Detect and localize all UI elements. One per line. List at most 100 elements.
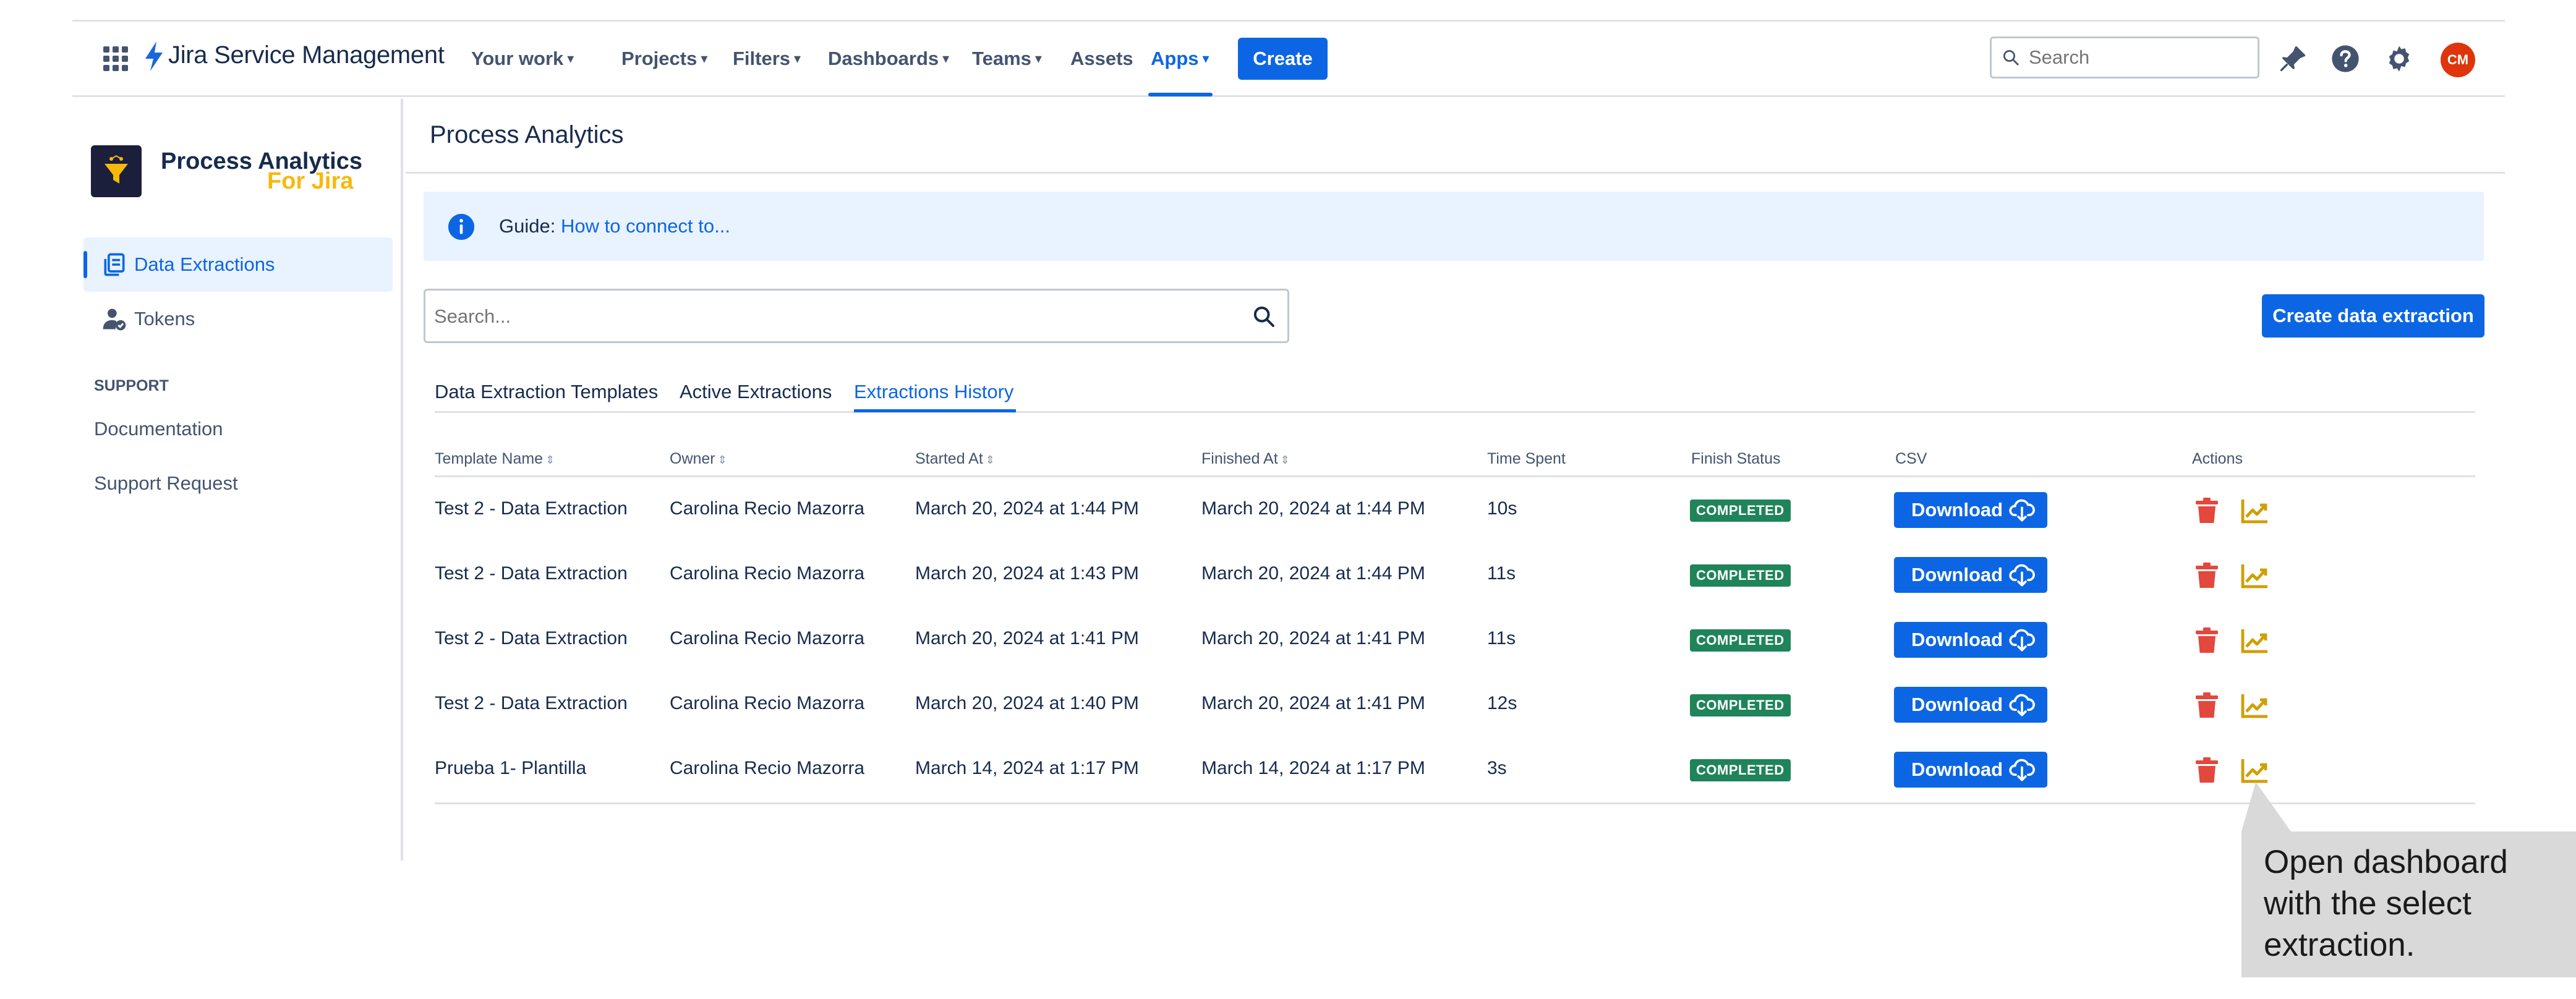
nav-dashboards[interactable]: Dashboards ▾ <box>828 48 949 70</box>
column-owner[interactable]: Owner ⇕ <box>670 450 727 468</box>
cell-owner: Carolina Recio Mazorra <box>670 758 865 778</box>
column-finish-status: Finish Status <box>1691 450 1781 467</box>
trash-icon[interactable] <box>2194 562 2219 589</box>
chevron-down-icon: ▾ <box>701 51 708 66</box>
callout-pointer <box>2241 782 2291 831</box>
column-template-name[interactable]: Template Name ⇕ <box>435 450 555 468</box>
extraction-search[interactable] <box>424 289 1289 343</box>
callout-text: Open dashboard with the select extractio… <box>2264 844 2508 963</box>
table-row: Test 2 - Data Extraction Carolina Recio … <box>435 477 2475 542</box>
sidebar-item-tokens[interactable]: Tokens <box>83 292 393 346</box>
sidebar-item-label: Data Extractions <box>134 253 275 275</box>
sort-icon: ⇕ <box>1280 454 1290 466</box>
tab-data-extraction-templates[interactable]: Data Extraction Templates <box>435 381 658 403</box>
cell-time-spent: 11s <box>1487 563 1516 584</box>
global-search[interactable] <box>1990 36 2259 79</box>
cell-started-at: March 20, 2024 at 1:44 PM <box>915 498 1139 519</box>
nav-assets[interactable]: Assets <box>1070 48 1133 70</box>
download-button[interactable]: Download <box>1894 622 2047 658</box>
chevron-down-icon: ▾ <box>794 51 801 66</box>
column-csv: CSV <box>1895 450 1927 467</box>
download-button[interactable]: Download <box>1894 557 2047 593</box>
brand-subtitle: For Jira <box>267 168 354 194</box>
status-badge: COMPLETED <box>1690 694 1791 716</box>
guide-link[interactable]: How to connect to... <box>561 215 730 237</box>
global-search-input[interactable] <box>2029 46 2251 69</box>
nav-projects[interactable]: Projects ▾ <box>621 48 707 70</box>
trash-icon[interactable] <box>2194 627 2219 654</box>
cell-time-spent: 3s <box>1487 758 1507 778</box>
column-started-at[interactable]: Started At ⇕ <box>915 450 995 468</box>
nav-teams[interactable]: Teams ▾ <box>972 48 1042 70</box>
sort-icon: ⇕ <box>985 454 995 466</box>
cell-owner: Carolina Recio Mazorra <box>670 693 865 713</box>
create-data-extraction-button[interactable]: Create data extraction <box>2262 294 2484 338</box>
trash-icon[interactable] <box>2194 497 2219 524</box>
chart-line-icon[interactable] <box>2240 497 2270 524</box>
download-label: Download <box>1911 759 2003 780</box>
cell-owner: Carolina Recio Mazorra <box>670 498 865 519</box>
tab-active-indicator <box>854 409 1016 412</box>
jira-logo-icon[interactable] <box>142 40 166 72</box>
cloud-download-icon <box>2009 759 2035 781</box>
gear-icon[interactable] <box>2383 43 2415 75</box>
info-icon <box>448 213 475 240</box>
chevron-down-icon: ▾ <box>567 51 574 66</box>
cell-finished-at: March 20, 2024 at 1:41 PM <box>1201 693 1425 713</box>
cell-started-at: March 14, 2024 at 1:17 PM <box>915 758 1139 778</box>
nav-filters[interactable]: Filters ▾ <box>733 48 801 70</box>
sidebar-item-data-extractions[interactable]: Data Extractions <box>83 237 393 292</box>
nav-your-work[interactable]: Your work ▾ <box>471 48 574 70</box>
support-heading: SUPPORT <box>94 377 169 394</box>
cell-finished-at: March 14, 2024 at 1:17 PM <box>1201 758 1425 778</box>
app-switcher-icon[interactable] <box>103 46 128 71</box>
cell-started-at: March 20, 2024 at 1:41 PM <box>915 628 1139 648</box>
cell-template-name: Test 2 - Data Extraction <box>435 628 628 648</box>
sidebar-link-documentation[interactable]: Documentation <box>94 418 223 440</box>
download-label: Download <box>1911 499 2003 521</box>
top-navigation: Jira Service Management Your work ▾ Proje… <box>72 22 2505 97</box>
notification-icon[interactable] <box>2277 43 2309 75</box>
cloud-download-icon <box>2009 499 2035 522</box>
sidebar-item-label: Tokens <box>134 308 195 329</box>
cloud-download-icon <box>2009 564 2035 587</box>
chevron-down-icon: ▾ <box>1034 51 1042 66</box>
chevron-down-icon: ▾ <box>942 51 950 66</box>
sort-icon: ⇕ <box>545 454 555 466</box>
guide-text: Guide: How to connect to... <box>499 215 730 237</box>
chart-line-icon[interactable] <box>2240 627 2270 654</box>
tab-extractions-history[interactable]: Extractions History <box>854 381 1013 403</box>
create-button[interactable]: Create <box>1238 38 1328 80</box>
user-avatar[interactable]: CM <box>2441 43 2475 77</box>
search-icon[interactable] <box>1252 304 1276 329</box>
nav-apps[interactable]: Apps ▾ <box>1151 48 1209 70</box>
column-finished-at[interactable]: Finished At ⇕ <box>1201 450 1290 468</box>
download-button[interactable]: Download <box>1894 687 2047 723</box>
help-icon[interactable] <box>2329 43 2361 75</box>
chart-line-icon[interactable] <box>2240 692 2270 719</box>
cell-finished-at: March 20, 2024 at 1:44 PM <box>1201 563 1425 584</box>
download-button[interactable]: Download <box>1894 492 2047 528</box>
tab-active-extractions[interactable]: Active Extractions <box>680 381 832 403</box>
cell-finished-at: March 20, 2024 at 1:41 PM <box>1201 628 1425 648</box>
cell-template-name: Prueba 1- Plantilla <box>435 758 587 778</box>
chart-line-icon[interactable] <box>2240 562 2270 589</box>
chart-line-icon[interactable] <box>2240 757 2270 784</box>
status-badge: COMPLETED <box>1690 629 1791 652</box>
download-button[interactable]: Download <box>1894 752 2047 788</box>
extraction-search-input[interactable] <box>434 303 1226 330</box>
product-name[interactable]: Jira Service Management <box>168 41 445 69</box>
sort-icon: ⇕ <box>717 454 727 466</box>
callout-tooltip: Open dashboard with the select extractio… <box>2241 831 2576 977</box>
cell-finished-at: March 20, 2024 at 1:44 PM <box>1201 498 1425 519</box>
trash-icon[interactable] <box>2194 692 2219 719</box>
cell-owner: Carolina Recio Mazorra <box>670 628 865 648</box>
trash-icon[interactable] <box>2194 757 2219 784</box>
sidebar-link-support-request[interactable]: Support Request <box>94 472 238 495</box>
cell-time-spent: 11s <box>1487 628 1516 648</box>
tabs: Data Extraction Templates Active Extract… <box>435 378 2475 413</box>
nav-active-indicator <box>1148 93 1213 96</box>
column-time-spent: Time Spent <box>1487 450 1566 467</box>
status-badge: COMPLETED <box>1690 759 1791 781</box>
cell-started-at: March 20, 2024 at 1:43 PM <box>915 563 1139 584</box>
